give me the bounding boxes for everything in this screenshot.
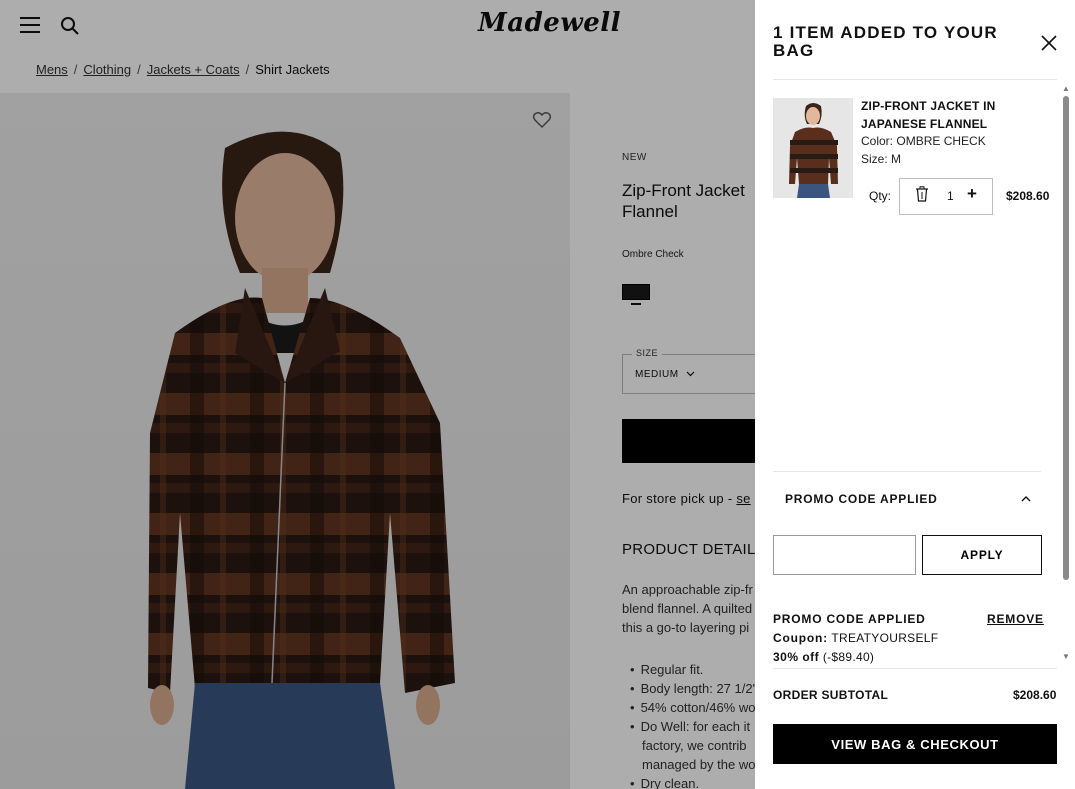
trash-icon[interactable] bbox=[915, 186, 929, 202]
qty-label: Qty: bbox=[869, 189, 892, 203]
scroll-down-arrow[interactable]: ▼ bbox=[1062, 652, 1070, 661]
discount-amount: (-$89.40) bbox=[822, 650, 875, 664]
chevron-up-icon[interactable] bbox=[1020, 493, 1032, 505]
item-thumbnail[interactable] bbox=[773, 98, 853, 198]
item-name[interactable]: ZIP-FRONT JACKET IN JAPANESE FLANNEL bbox=[861, 97, 1011, 133]
coupon-label: Coupon: bbox=[773, 631, 828, 645]
qty-increase-button[interactable]: + bbox=[967, 184, 977, 204]
quantity-stepper bbox=[899, 178, 993, 215]
qty-value[interactable]: 1 bbox=[947, 189, 954, 203]
subtotal-label: ORDER SUBTOTAL bbox=[773, 688, 889, 702]
scrollbar-thumb[interactable] bbox=[1063, 96, 1069, 580]
drawer-title: 1 ITEM ADDED TO YOUR BAG bbox=[773, 23, 998, 60]
coupon-code: TREATYOURSELF bbox=[831, 631, 939, 645]
item-color-label: Color: bbox=[861, 134, 894, 148]
item-color-value: OMBRE CHECK bbox=[896, 134, 986, 148]
view-bag-checkout-button[interactable]: VIEW BAG & CHECKOUT bbox=[773, 724, 1057, 764]
close-icon[interactable] bbox=[1040, 34, 1058, 52]
promo-code-input[interactable] bbox=[773, 535, 916, 575]
bag-drawer: 1 ITEM ADDED TO YOUR BAG ▲ ▼ ZIP-FRONT J… bbox=[755, 0, 1075, 789]
subtotal-value: $208.60 bbox=[1013, 688, 1057, 702]
remove-promo-link[interactable]: REMOVE bbox=[987, 612, 1044, 626]
item-size: Size: M bbox=[861, 152, 901, 166]
modal-backdrop[interactable] bbox=[0, 0, 755, 789]
apply-promo-button[interactable]: APPLY bbox=[922, 535, 1042, 575]
item-price: $208.60 bbox=[1006, 189, 1050, 203]
discount-label: 30% off bbox=[773, 650, 820, 664]
divider bbox=[773, 471, 1041, 472]
divider bbox=[773, 668, 1057, 669]
divider bbox=[773, 79, 1057, 80]
item-color: Color: OMBRE CHECK bbox=[861, 134, 986, 148]
item-size-label: Size: bbox=[861, 152, 888, 166]
promo-section-header[interactable]: PROMO CODE APPLIED bbox=[785, 492, 938, 506]
item-size-value: M bbox=[891, 152, 902, 166]
thumbnail-illustration bbox=[773, 98, 853, 198]
coupon-line: Coupon: TREATYOURSELF bbox=[773, 631, 938, 645]
scroll-up-arrow[interactable]: ▲ bbox=[1062, 84, 1070, 93]
promo-applied-label: PROMO CODE APPLIED bbox=[773, 612, 926, 626]
discount-line: 30% off (-$89.40) bbox=[773, 650, 874, 664]
